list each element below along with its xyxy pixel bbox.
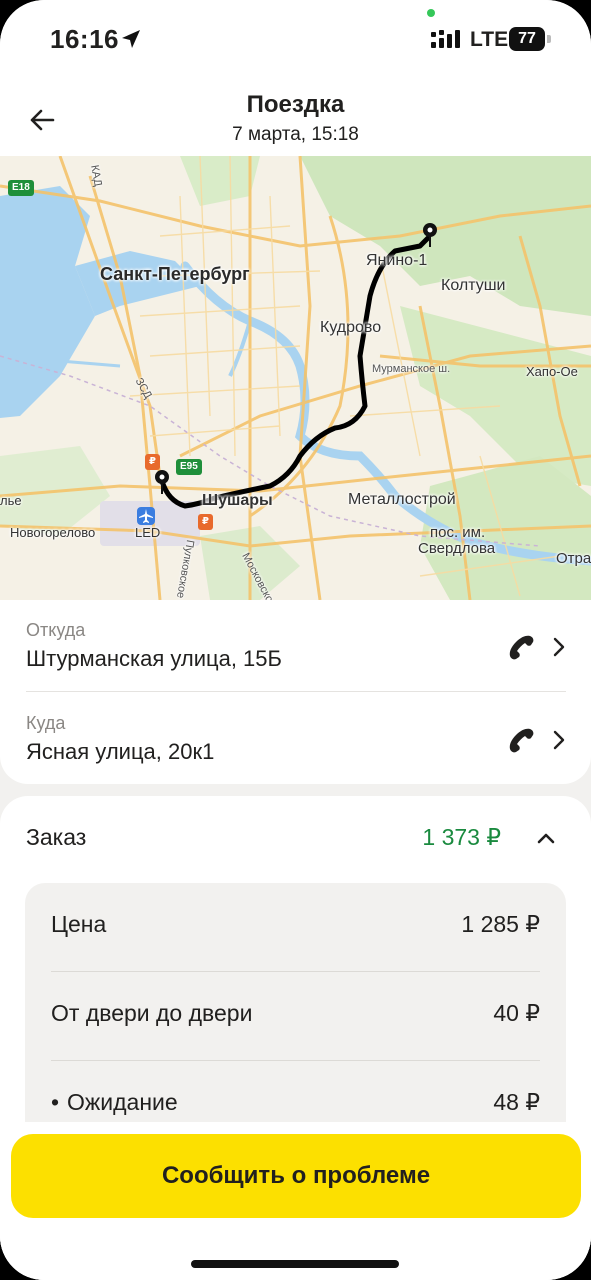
route-addresses: Откуда Штурманская улица, 15Б Куда Ясная… bbox=[0, 600, 591, 784]
battery-level: 77 bbox=[509, 27, 545, 51]
breakdown-row: Цена 1 285 ₽ bbox=[25, 883, 566, 972]
phone-icon bbox=[509, 728, 534, 753]
pickup-open-button[interactable] bbox=[548, 634, 570, 660]
road-badge-e95: E95 bbox=[176, 459, 202, 475]
chevron-right-icon bbox=[553, 730, 565, 750]
ruble-poi-icon-2: ₽ bbox=[198, 514, 213, 530]
breakdown-label: Ожидание bbox=[67, 1089, 178, 1115]
road-badge-e18: E18 bbox=[8, 180, 34, 196]
battery-cap bbox=[547, 35, 551, 43]
map-label-novogorelovo: Новогорелово bbox=[10, 525, 96, 540]
map-label-left-edge: лье bbox=[0, 493, 22, 508]
map-label-spb: Санкт-Петербург bbox=[100, 264, 250, 284]
app-screen: 16:16 LTE 77 Поездка 7 марта, 15:18 E18 … bbox=[0, 0, 591, 1280]
map-label-sverdlova-1: пос. им. bbox=[430, 524, 486, 541]
breakdown-label: От двери до двери bbox=[51, 1000, 253, 1026]
order-header[interactable]: Заказ 1 373 ₽ bbox=[0, 796, 591, 880]
chevron-right-icon bbox=[553, 637, 565, 657]
page-title: Поездка bbox=[246, 91, 345, 118]
trip-datetime: 7 марта, 15:18 bbox=[232, 124, 359, 145]
location-arrow-icon bbox=[122, 30, 140, 48]
report-problem-button[interactable]: Сообщить о проблеме bbox=[11, 1134, 581, 1218]
airport-icon bbox=[137, 507, 155, 525]
network-type: LTE bbox=[470, 28, 509, 51]
privacy-indicator bbox=[427, 9, 435, 17]
map-label-koltushi: Колтуши bbox=[441, 277, 506, 294]
signal-icon bbox=[431, 30, 460, 48]
chevron-up-icon bbox=[537, 833, 555, 844]
order-total: 1 373 ₽ bbox=[422, 824, 501, 850]
divider bbox=[26, 691, 566, 692]
map-label-shushary: Шушары bbox=[202, 492, 273, 509]
pickup-caption: Откуда bbox=[26, 620, 86, 640]
pickup-row[interactable]: Откуда Штурманская улица, 15Б bbox=[0, 600, 591, 692]
page-header: Поездка 7 марта, 15:18 bbox=[0, 80, 591, 156]
map-label-murmanskoe: Мурманское ш. bbox=[372, 363, 451, 375]
map-label-led: LED bbox=[135, 525, 161, 540]
map-label-otra: Отра bbox=[556, 550, 591, 567]
bottom-action-bar: Сообщить о проблеме bbox=[0, 1122, 591, 1280]
order-label: Заказ bbox=[26, 824, 87, 850]
phone-icon bbox=[509, 635, 534, 660]
status-bar: 16:16 LTE 77 bbox=[0, 0, 591, 80]
dropoff-caption: Куда bbox=[26, 713, 66, 733]
map-label-metallostroy: Металлострой bbox=[348, 491, 456, 508]
breakdown-value: 40 ₽ bbox=[493, 1000, 540, 1026]
dropoff-call-button[interactable] bbox=[504, 723, 538, 757]
breakdown-label: Цена bbox=[51, 911, 107, 937]
start-pin-icon bbox=[155, 470, 169, 494]
map-label-khapo: Хапо-Ое bbox=[526, 364, 578, 379]
ruble-poi-icon: ₽ bbox=[145, 454, 160, 470]
home-indicator bbox=[191, 1260, 399, 1268]
pickup-address: Штурманская улица, 15Б bbox=[26, 646, 282, 671]
collapse-button[interactable] bbox=[532, 824, 560, 852]
battery-icon: 77 bbox=[509, 27, 551, 51]
bullet: • bbox=[51, 1089, 60, 1115]
pickup-call-button[interactable] bbox=[504, 630, 538, 664]
route-map[interactable]: E18 E95 ₽ ₽ Санкт-Петербург Янино-1 Колт… bbox=[0, 156, 591, 600]
dropoff-row[interactable]: Куда Ясная улица, 20к1 bbox=[0, 693, 591, 785]
map-label-sverdlova-2: Свердлова bbox=[418, 540, 496, 557]
breakdown-value: 48 ₽ bbox=[493, 1089, 540, 1115]
breakdown-value: 1 285 ₽ bbox=[461, 911, 540, 937]
breakdown-row: От двери до двери 40 ₽ bbox=[25, 972, 566, 1061]
end-pin-icon bbox=[423, 223, 437, 247]
dropoff-open-button[interactable] bbox=[548, 727, 570, 753]
status-time: 16:16 bbox=[50, 24, 119, 54]
map-label-kudrovo: Кудрово bbox=[320, 319, 382, 336]
dropoff-address: Ясная улица, 20к1 bbox=[26, 739, 215, 764]
map-label-yanino: Янино-1 bbox=[366, 252, 428, 269]
